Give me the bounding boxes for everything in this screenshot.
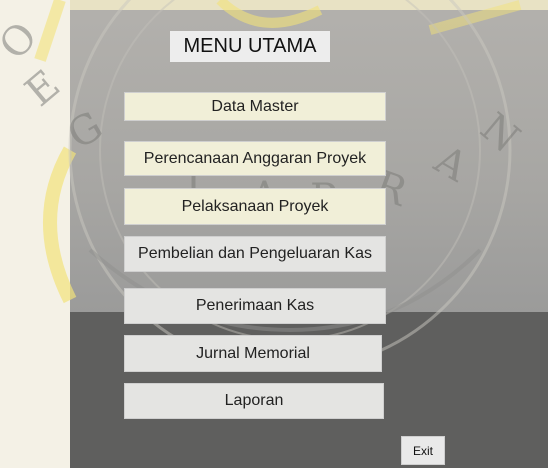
page-title: MENU UTAMA (170, 31, 330, 62)
pembelian-pengeluaran-kas-button[interactable]: Pembelian dan Pengeluaran Kas (124, 236, 386, 272)
top-band (70, 0, 548, 10)
jurnal-memorial-button[interactable]: Jurnal Memorial (124, 335, 382, 372)
laporan-button[interactable]: Laporan (124, 383, 384, 419)
penerimaan-kas-button[interactable]: Penerimaan Kas (124, 288, 386, 324)
window-left-margin (0, 0, 70, 468)
pelaksanaan-proyek-button[interactable]: Pelaksanaan Proyek (124, 188, 386, 225)
data-master-button[interactable]: Data Master (124, 92, 386, 121)
perencanaan-anggaran-proyek-button[interactable]: Perencanaan Anggaran Proyek (124, 141, 386, 176)
main-menu-window: O E G J A P R A N MENU UTAMA Data Master… (0, 0, 548, 468)
exit-button[interactable]: Exit (401, 436, 445, 465)
